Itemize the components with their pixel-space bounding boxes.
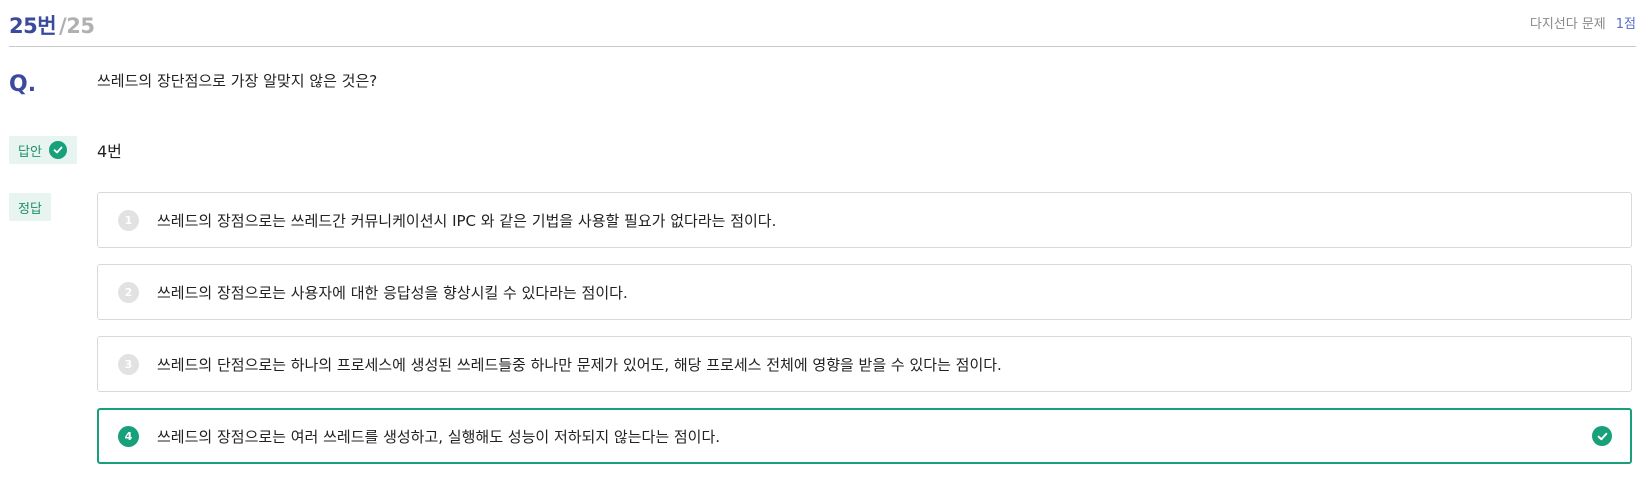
question-label: Q. bbox=[9, 72, 37, 97]
answer-badge-label: 답안 bbox=[18, 144, 42, 160]
option-text-4: 쓰레드의 장점으로는 여러 쓰레드를 생성하고, 실행해도 성능이 저하되지 않… bbox=[157, 427, 721, 446]
answer-badge: 답안 bbox=[9, 136, 77, 164]
correct-badge-label: 정답 bbox=[18, 201, 42, 217]
question-number: 25번/25 bbox=[9, 10, 95, 40]
option-text-1: 쓰레드의 장점으로는 쓰레드간 커뮤니케이션시 IPC 와 같은 기법을 사용할… bbox=[157, 211, 777, 230]
question-number-total: /25 bbox=[59, 14, 95, 38]
options-list: 1 쓰레드의 장점으로는 쓰레드간 커뮤니케이션시 IPC 와 같은 기법을 사… bbox=[97, 192, 1632, 480]
option-number-4: 4 bbox=[118, 425, 139, 447]
option-number-1: 1 bbox=[118, 209, 139, 231]
option-2[interactable]: 2 쓰레드의 장점으로는 사용자에 대한 응답성을 향상시킬 수 있다라는 점이… bbox=[97, 264, 1632, 320]
option-number-3: 3 bbox=[118, 353, 139, 375]
question-points: 1점 bbox=[1615, 17, 1636, 32]
option-text-3: 쓰레드의 단점으로는 하나의 프로세스에 생성된 쓰레드들중 하나만 문제가 있… bbox=[157, 355, 1002, 374]
option-number-2: 2 bbox=[118, 281, 139, 303]
option-4[interactable]: 4 쓰레드의 장점으로는 여러 쓰레드를 생성하고, 실행해도 성능이 저하되지… bbox=[97, 408, 1632, 464]
question-type: 다지선다 문제 bbox=[1529, 17, 1606, 32]
option-text-2: 쓰레드의 장점으로는 사용자에 대한 응답성을 향상시킬 수 있다라는 점이다. bbox=[157, 283, 628, 302]
question-text: 쓰레드의 장단점으로 가장 알맞지 않은 것은? bbox=[97, 72, 378, 90]
submitted-answer: 4번 bbox=[97, 142, 122, 161]
question-number-current: 25번 bbox=[9, 14, 57, 38]
selected-check-icon bbox=[1592, 426, 1612, 446]
option-1[interactable]: 1 쓰레드의 장점으로는 쓰레드간 커뮤니케이션시 IPC 와 같은 기법을 사… bbox=[97, 192, 1632, 248]
correct-badge: 정답 bbox=[9, 193, 51, 221]
question-meta: 다지선다 문제 1점 bbox=[1530, 13, 1636, 32]
option-3[interactable]: 3 쓰레드의 단점으로는 하나의 프로세스에 생성된 쓰레드들중 하나만 문제가… bbox=[97, 336, 1632, 392]
question-header: 25번/25 다지선다 문제 1점 bbox=[9, 0, 1636, 47]
check-icon bbox=[48, 141, 67, 159]
